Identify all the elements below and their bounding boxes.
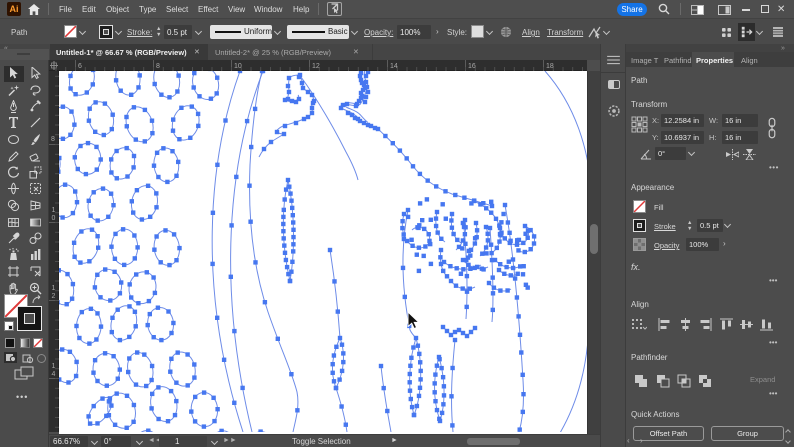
svg-text:16: 16 [468, 63, 476, 70]
svg-text:8: 8 [51, 136, 55, 143]
svg-text:12: 12 [312, 63, 320, 70]
svg-text:4: 4 [52, 371, 56, 378]
svg-text:2: 2 [52, 293, 56, 300]
svg-text:1: 1 [52, 285, 56, 292]
svg-text:0: 0 [52, 215, 56, 222]
svg-text:14: 14 [390, 63, 398, 70]
svg-text:18: 18 [546, 63, 554, 70]
svg-text:6: 6 [78, 63, 82, 70]
svg-text:1: 1 [52, 363, 56, 370]
svg-text:8: 8 [156, 63, 160, 70]
svg-text:10: 10 [234, 63, 242, 70]
svg-text:1: 1 [52, 207, 56, 214]
